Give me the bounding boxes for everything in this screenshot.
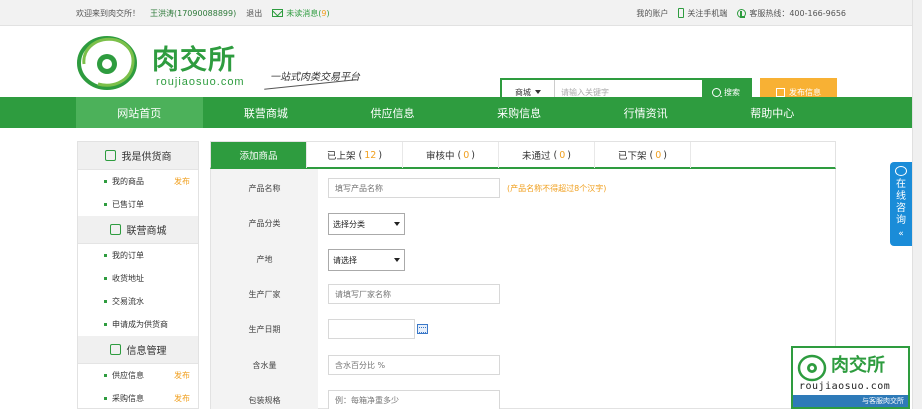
mobile-link[interactable]: 关注手机端 <box>678 8 727 19</box>
manufacturer-input[interactable] <box>328 284 500 304</box>
ad-domain: roujiaosuo.com <box>799 381 891 392</box>
logo-text: 肉交所 <box>152 45 236 76</box>
my-account-link[interactable]: 我的账户 <box>636 8 668 19</box>
publish-tag[interactable]: 发布 <box>174 393 190 404</box>
package-spec-input[interactable] <box>328 390 500 409</box>
nav-item-mall[interactable]: 联营商城 <box>203 97 330 128</box>
form-row-maker: 生产厂家 <box>211 277 835 312</box>
origin-select[interactable]: 请选择 <box>328 249 405 271</box>
online-consult-button[interactable]: 在 线 咨 询 « <box>890 162 912 246</box>
sidebar-item-supply-info[interactable]: 供应信息 发布 <box>78 364 198 387</box>
production-date-input[interactable] <box>328 319 415 339</box>
tab-add-product[interactable]: 添加商品 <box>211 142 307 168</box>
sidebar-item-apply-supplier[interactable]: 申请成为供货商 <box>78 313 198 336</box>
chat-icon <box>895 166 907 176</box>
category-select[interactable]: 选择分类 <box>328 213 405 235</box>
nav-item-home[interactable]: 网站首页 <box>76 97 203 128</box>
mail-icon <box>272 9 284 17</box>
phone-icon <box>737 8 747 18</box>
tab-listed[interactable]: 已上架 (12) <box>307 142 403 168</box>
sidebar-item-transactions[interactable]: 交易流水 <box>78 290 198 313</box>
logo-mark-icon <box>77 36 137 90</box>
hotline: 客服热线：400-166-9656 <box>737 8 846 19</box>
service-ad-widget[interactable]: 肉交所 roujiaosuo.com 与客服肉交所 <box>791 346 910 409</box>
sidebar-item-my-orders[interactable]: 我的订单 <box>78 244 198 267</box>
supplier-icon <box>104 150 116 161</box>
main-nav: 网站首页 联营商城 供应信息 采购信息 行情资讯 帮助中心 <box>0 97 912 128</box>
nav-item-purchase[interactable]: 采购信息 <box>456 97 583 128</box>
ad-logo-text: 肉交所 <box>831 355 885 376</box>
sidebar-item-sold-orders[interactable]: 已售订单 <box>78 193 198 216</box>
search-icon <box>712 87 721 97</box>
chevron-down-icon <box>535 90 541 94</box>
page-scrollbar[interactable] <box>912 0 922 409</box>
form-row-category: 产品分类 选择分类 <box>211 206 835 241</box>
ad-service-bar[interactable]: 与客服肉交所 <box>793 395 908 407</box>
double-chevron-left-icon: « <box>898 229 904 239</box>
tab-rejected[interactable]: 未通过 (0) <box>499 142 595 168</box>
form-row-origin: 产地 请选择 <box>211 242 835 277</box>
cart-icon <box>109 344 121 355</box>
welcome-text: 欢迎来到肉交所！ <box>76 8 140 18</box>
top-bar: 欢迎来到肉交所！ 王洪涛(17090088899) 退出 未读消息(9) 我的账… <box>0 0 922 26</box>
mobile-icon <box>678 8 685 18</box>
nav-item-supply[interactable]: 供应信息 <box>329 97 456 128</box>
logo-mark-icon <box>797 354 827 382</box>
form-row-name: 产品名称 (产品名称不得超过8个汉字) <box>211 171 835 206</box>
tab-reviewing[interactable]: 审核中 (0) <box>403 142 499 168</box>
form-row-water: 含水量 <box>211 348 835 383</box>
sidebar-section-info: 信息管理 <box>78 336 198 364</box>
sidebar-section-supplier: 我是供货商 <box>78 142 198 170</box>
publish-tag[interactable]: 发布 <box>174 176 190 187</box>
edit-icon <box>776 87 785 97</box>
product-name-hint: (产品名称不得超过8个汉字) <box>507 184 607 193</box>
header: 肉交所 roujiaosuo.com 一站式肉类交易平台 商城 搜索 发布信息 <box>0 26 922 106</box>
add-product-form: 产品名称 (产品名称不得超过8个汉字) 产品分类 选择分类 产地 请选择 生产厂… <box>210 169 836 409</box>
sidebar-item-purchase-info[interactable]: 采购信息 发布 <box>78 387 198 408</box>
product-name-input[interactable] <box>328 178 500 198</box>
publish-tag[interactable]: 发布 <box>174 370 190 381</box>
chevron-down-icon <box>394 258 400 262</box>
calendar-icon[interactable] <box>417 324 428 334</box>
form-row-date: 生产日期 <box>211 312 835 347</box>
tab-delisted[interactable]: 已下架 (0) <box>595 142 691 168</box>
logo-domain: roujiaosuo.com <box>156 76 245 88</box>
store-icon <box>109 224 121 235</box>
nav-item-market[interactable]: 行情资讯 <box>582 97 709 128</box>
sidebar: 我是供货商 我的商品 发布 已售订单 联营商城 我的订单 收货地址 交易流水 申… <box>77 141 199 409</box>
product-tabs: 添加商品 已上架 (12) 审核中 (0) 未通过 (0) 已下架 (0) <box>210 141 836 169</box>
form-row-pack: 包装规格 <box>211 383 835 409</box>
sidebar-section-mall: 联营商城 <box>78 216 198 244</box>
unread-messages-link[interactable]: 未读消息(9) <box>272 8 330 19</box>
slogan: 一站式肉类交易平台 <box>270 72 360 83</box>
sidebar-item-address[interactable]: 收货地址 <box>78 267 198 290</box>
user-link[interactable]: 王洪涛(17090088899) <box>150 8 236 19</box>
nav-item-help[interactable]: 帮助中心 <box>709 97 836 128</box>
site-logo[interactable]: 肉交所 roujiaosuo.com <box>76 32 266 92</box>
main-panel: 添加商品 已上架 (12) 审核中 (0) 未通过 (0) 已下架 (0) 产品… <box>210 141 836 409</box>
logout-link[interactable]: 退出 <box>246 8 262 19</box>
sidebar-item-my-products[interactable]: 我的商品 发布 <box>78 170 198 193</box>
water-content-input[interactable] <box>328 355 500 375</box>
chevron-down-icon <box>394 222 400 226</box>
